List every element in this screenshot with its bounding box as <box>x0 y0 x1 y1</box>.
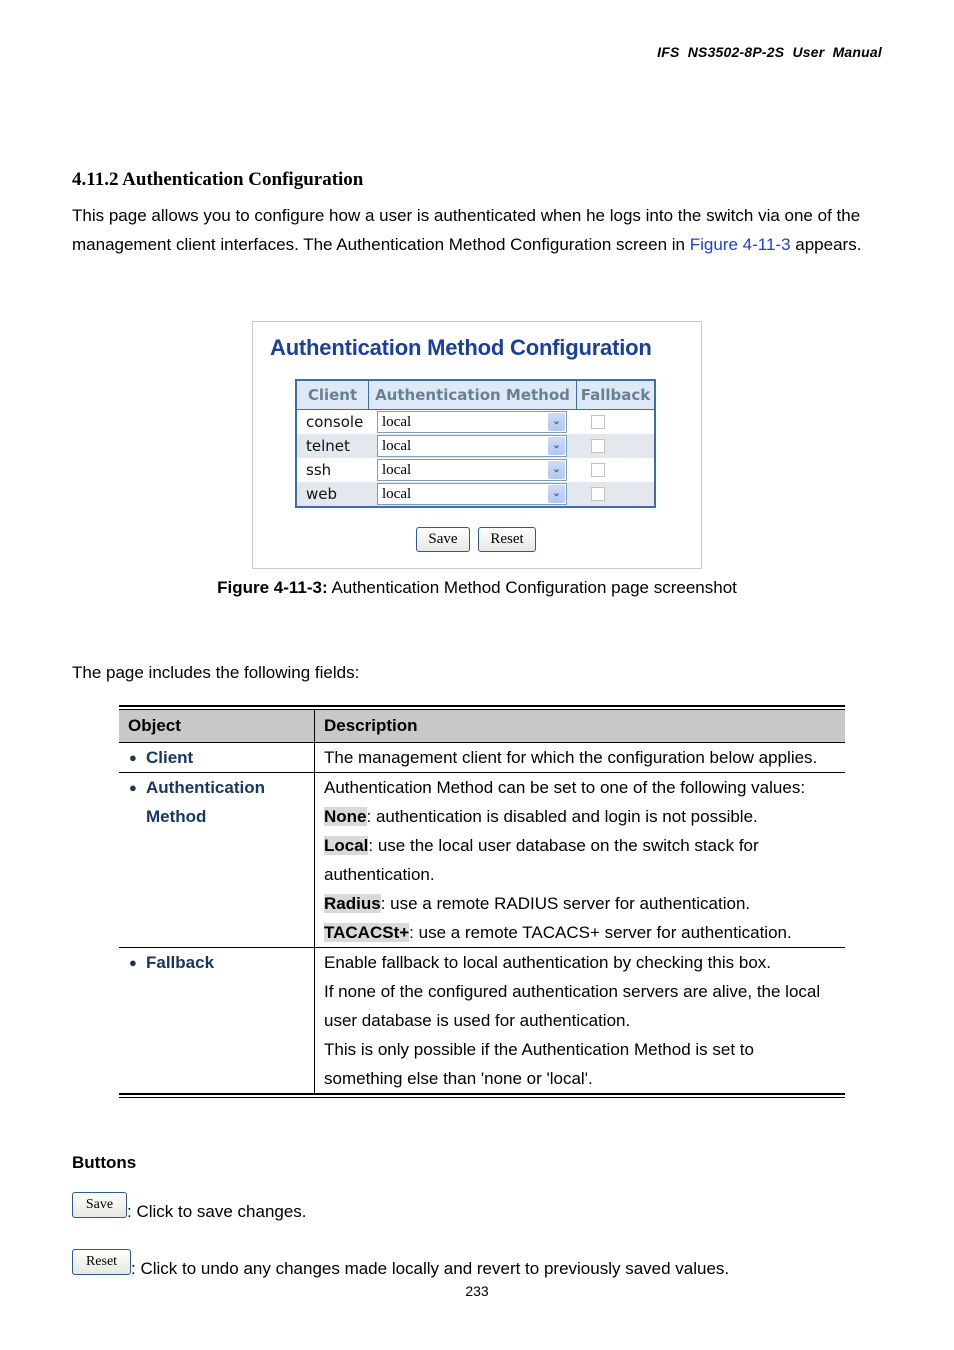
description-line: If none of the configured authentication… <box>324 982 821 1030</box>
figure-title: Authentication Method Configuration <box>270 335 652 360</box>
fallback-checkbox[interactable] <box>591 415 605 429</box>
method-select[interactable]: local ⌄ <box>377 459 567 481</box>
table-header: Client Authentication Method Fallback <box>297 381 654 410</box>
value-term: Radius <box>324 894 381 913</box>
fields-table: Object Description ● Client The managemen… <box>119 705 845 1098</box>
column-header-fallback: Fallback <box>580 386 651 404</box>
table-top-rule <box>119 705 845 707</box>
description-line: The management client for which the conf… <box>324 748 818 767</box>
client-name: console <box>306 413 364 431</box>
value-line: Radius: use a remote RADIUS server for a… <box>324 889 836 918</box>
caption-label: Figure 4-11-3: <box>217 578 328 597</box>
table-row: ● Fallback Enable fallback to local authe… <box>119 947 845 1095</box>
fallback-checkbox[interactable] <box>591 439 605 453</box>
value-text: : authentication is disabled and login i… <box>366 807 758 826</box>
page-number: 233 <box>465 1283 489 1299</box>
reset-button-sample[interactable]: Reset <box>72 1249 131 1275</box>
object-name: Authentication Method <box>146 778 265 826</box>
object-name: Fallback <box>146 953 215 972</box>
reset-description: : Click to undo any changes made locally… <box>131 1259 730 1278</box>
figure-link[interactable]: Figure 4-11-3 <box>690 235 791 254</box>
save-button-sample[interactable]: Save <box>72 1192 127 1218</box>
value-line: Local: use the local user database on th… <box>324 831 836 889</box>
save-button[interactable]: Save <box>416 527 470 552</box>
value-text: : use a remote RADIUS server for authent… <box>380 894 751 913</box>
table-row: ● Client The management client for which … <box>119 742 845 773</box>
bullet-icon: ● <box>129 750 137 765</box>
fields-intro: The page includes the following fields: <box>72 663 360 682</box>
table-row: web local ⌄ <box>297 482 654 506</box>
value-line: None: authentication is disabled and log… <box>324 802 836 831</box>
table-header-row: Object Description <box>119 709 845 743</box>
bullet-icon: ● <box>129 955 137 970</box>
reset-button[interactable]: Reset <box>478 527 536 552</box>
save-description: : Click to save changes. <box>127 1202 307 1221</box>
method-value: local <box>382 486 412 502</box>
method-value: local <box>382 414 412 430</box>
description-line: Authentication Method can be set to one … <box>324 778 806 797</box>
column-header-client: Client <box>297 381 369 409</box>
method-select[interactable]: local ⌄ <box>377 435 567 457</box>
fallback-checkbox[interactable] <box>591 463 605 477</box>
client-name: web <box>306 485 338 503</box>
reset-button-description: Reset : Click to undo any changes made l… <box>72 1249 729 1278</box>
column-header-method: Authentication Method <box>369 381 577 409</box>
table-bottom-rule <box>119 1097 845 1098</box>
table-row: telnet local ⌄ <box>297 434 654 458</box>
running-header: IFS NS3502-8P-2S User Manual <box>657 44 882 60</box>
table-row: console local ⌄ <box>297 410 654 434</box>
section-title: 4.11.2 Authentication Configuration <box>72 169 364 190</box>
figure-caption: Figure 4-11-3: Authentication Method Con… <box>0 578 954 598</box>
method-value: local <box>382 438 412 454</box>
chevron-down-icon[interactable]: ⌄ <box>548 413 565 431</box>
chevron-down-icon[interactable]: ⌄ <box>548 485 565 503</box>
header-description: Description <box>314 709 845 743</box>
value-term: None <box>324 807 367 826</box>
value-term: Local <box>324 836 369 855</box>
value-line: TACACSt+: use a remote TACACS+ server fo… <box>324 918 836 947</box>
method-select[interactable]: local ⌄ <box>377 483 567 505</box>
client-name: telnet <box>306 437 350 455</box>
object-name: Client <box>146 748 194 767</box>
intro-text-end: appears. <box>790 235 862 254</box>
method-value: local <box>382 462 412 478</box>
value-text: : use a remote TACACS+ server for authen… <box>409 923 792 942</box>
client-name: ssh <box>306 461 332 479</box>
description-line: This is only possible if the Authenticat… <box>324 1040 754 1088</box>
chevron-down-icon[interactable]: ⌄ <box>548 461 565 479</box>
bullet-icon: ● <box>129 780 137 795</box>
caption-text: Authentication Method Configuration page… <box>327 578 737 597</box>
intro-paragraph: This page allows you to configure how a … <box>72 201 872 259</box>
auth-method-table: Client Authentication Method Fallback co… <box>295 379 656 508</box>
table-row: ssh local ⌄ <box>297 458 654 482</box>
save-button-description: Save : Click to save changes. <box>72 1192 307 1221</box>
method-select[interactable]: local ⌄ <box>377 411 567 433</box>
fallback-checkbox[interactable] <box>591 487 605 501</box>
value-term: TACACSt+ <box>324 923 410 942</box>
value-text: : use the local user database on the swi… <box>324 836 759 884</box>
header-object: Object <box>119 709 315 743</box>
table-row: ● Authentication Method Authentication Me… <box>119 772 845 948</box>
chevron-down-icon[interactable]: ⌄ <box>548 437 565 455</box>
buttons-heading: Buttons <box>72 1153 137 1172</box>
description-line: Enable fallback to local authentication … <box>324 953 771 972</box>
